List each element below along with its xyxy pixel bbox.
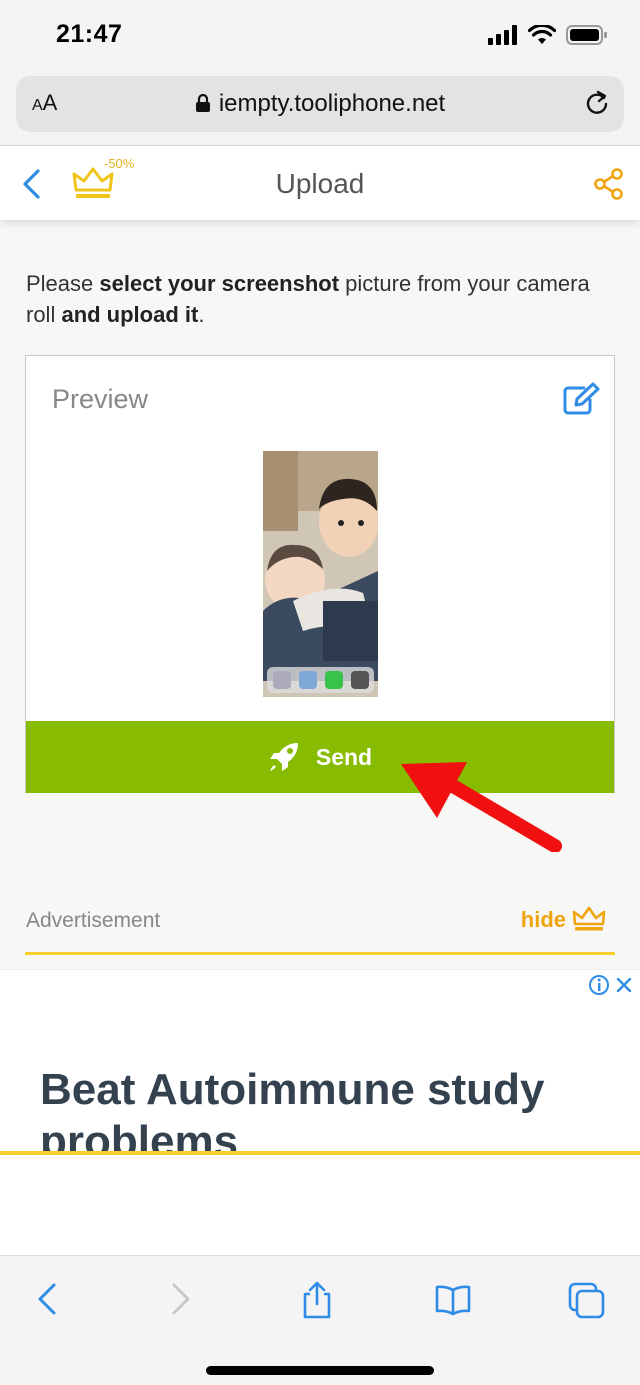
home-indicator[interactable]: [206, 1366, 434, 1375]
bookmarks-icon[interactable]: [434, 1284, 472, 1316]
app-header: -50% Upload: [0, 146, 640, 220]
upload-instructions: Please select your screenshot picture fr…: [26, 271, 590, 327]
rocket-icon: [269, 743, 298, 771]
reload-icon[interactable]: [582, 88, 612, 118]
send-button-label: Send: [315, 743, 373, 770]
url-text: iempty.tooliphone.net: [218, 90, 446, 117]
hide-ads-label: hide: [520, 907, 566, 932]
status-bar: 21:47: [0, 0, 640, 70]
ad-banner[interactable]: Beat Autoimmune study problems: [0, 969, 640, 1151]
page-title: Upload: [275, 168, 365, 199]
annotation-arrow-icon: [401, 762, 562, 852]
screenshot-thumbnail: [263, 451, 378, 697]
lock-icon: [195, 93, 210, 112]
ad-choices[interactable]: [588, 974, 634, 996]
advertisement-label: Advertisement: [26, 909, 161, 932]
battery-icon: [566, 25, 607, 45]
hide-ads-button[interactable]: hide: [521, 906, 606, 934]
status-time: 21:47: [56, 20, 123, 48]
address-bar[interactable]: AA iempty.tooliphone.net: [16, 76, 624, 132]
screenshot-preview-image: [263, 451, 378, 697]
browser-address-area: AA iempty.tooliphone.net: [0, 70, 640, 146]
preview-card: Preview Send: [25, 355, 615, 793]
signal-icon: [488, 25, 517, 45]
share-sheet-icon[interactable]: [300, 1280, 334, 1320]
info-icon[interactable]: [588, 974, 610, 996]
browser-back-icon[interactable]: [36, 1282, 58, 1316]
close-icon[interactable]: [614, 975, 634, 995]
blank-area: [0, 1155, 640, 1255]
preview-title: Preview: [52, 384, 149, 414]
browser-toolbar: [0, 1255, 640, 1385]
url-display[interactable]: iempty.tooliphone.net: [16, 90, 624, 118]
crown-icon: [572, 906, 606, 931]
ad-divider: [25, 952, 615, 955]
share-icon[interactable]: [594, 168, 624, 200]
ad-headline[interactable]: Beat Autoimmune study problems: [40, 1064, 620, 1151]
wifi-icon: [528, 25, 556, 44]
tabs-icon[interactable]: [568, 1282, 606, 1320]
edit-icon[interactable]: [562, 382, 600, 416]
browser-forward-icon[interactable]: [170, 1282, 192, 1316]
status-icons: [488, 24, 608, 46]
